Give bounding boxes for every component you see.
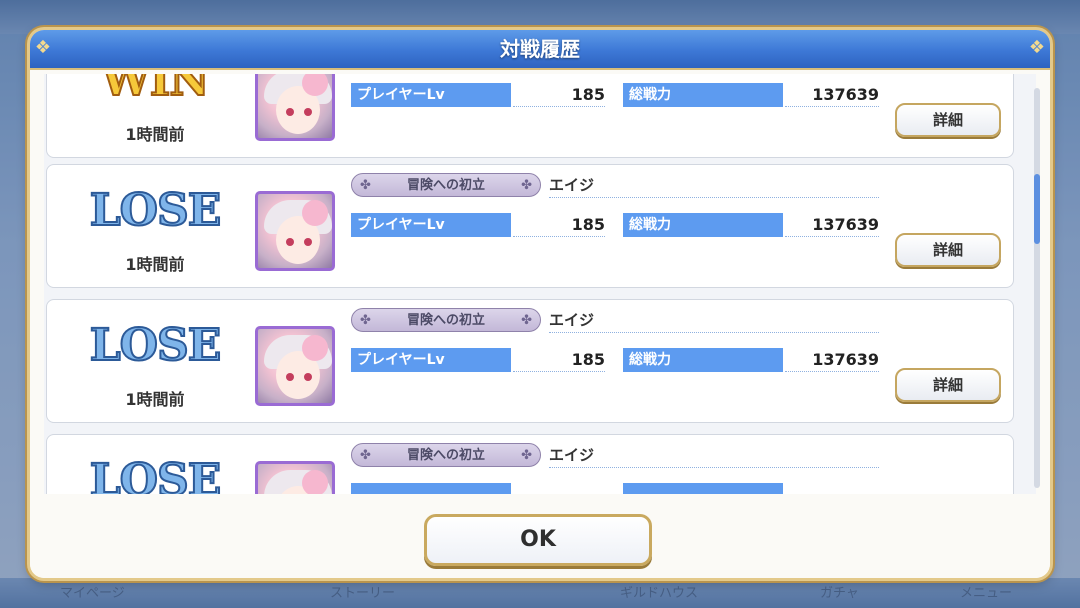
clan-badge: ✤ 冒険への初立 ✤ (351, 173, 541, 197)
list-scrollbar[interactable] (1034, 88, 1040, 488)
ornament-icon: ❖ (1028, 37, 1046, 58)
opponent-avatar (255, 74, 335, 141)
player-lv-value: 185 (513, 83, 605, 107)
match-time: 1時間前 (125, 125, 185, 144)
player-lv-label: プレイヤーLv (351, 348, 511, 372)
opponent-avatar (255, 461, 335, 494)
total-power-label (623, 483, 783, 494)
dialog-title: 対戦履歴 (500, 37, 580, 61)
match-time: 1時間前 (125, 255, 185, 274)
total-power-label: 総戦力 (623, 348, 783, 372)
clover-icon: ✤ (521, 313, 532, 328)
match-history-list[interactable]: WIN 1時間前 プレイヤーLv 185 総戦力 137639 詳細 LOSE … (44, 74, 1036, 494)
total-power-value: 137639 (785, 348, 879, 372)
match-result: LOSE (89, 454, 223, 494)
match-result: LOSE (89, 319, 223, 372)
clan-badge: ✤ 冒険への初立 ✤ (351, 443, 541, 467)
battle-history-dialog: ❖ 対戦履歴 ❖ WIN 1時間前 プレイヤーLv 185 総戦力 137639… (30, 30, 1050, 578)
clover-icon: ✤ (360, 313, 371, 328)
match-card: LOSE 1時間前 ✤ 冒険への初立 ✤ エイジ プレイヤーLv 185 総戦力… (46, 299, 1014, 423)
opponent-avatar (255, 326, 335, 406)
clover-icon: ✤ (360, 178, 371, 193)
scrollbar-thumb[interactable] (1034, 174, 1040, 244)
match-result: WIN (100, 74, 210, 107)
player-lv-value: 185 (513, 348, 605, 372)
detail-button[interactable]: 詳細 (895, 368, 1001, 402)
clover-icon: ✤ (360, 448, 371, 463)
dialog-title-bar: ❖ 対戦履歴 ❖ (30, 30, 1050, 70)
ok-button[interactable]: OK (424, 514, 652, 566)
total-power-value: 137639 (785, 213, 879, 237)
player-name: エイジ (549, 308, 879, 333)
match-card: LOSE ✤ 冒険への初立 ✤ エイジ (46, 434, 1014, 494)
match-time: 1時間前 (125, 390, 185, 409)
clan-badge: ✤ 冒険への初立 ✤ (351, 308, 541, 332)
player-lv-label: プレイヤーLv (351, 83, 511, 107)
total-power-value: 137639 (785, 83, 879, 107)
opponent-avatar (255, 191, 335, 271)
match-result: LOSE (89, 184, 223, 237)
clover-icon: ✤ (521, 448, 532, 463)
clan-name: 冒険への初立 (406, 178, 485, 193)
detail-button[interactable]: 詳細 (895, 233, 1001, 267)
total-power-label: 総戦力 (623, 213, 783, 237)
clan-name: 冒険への初立 (406, 313, 485, 328)
match-card: LOSE 1時間前 ✤ 冒険への初立 ✤ エイジ プレイヤーLv 185 総戦力… (46, 164, 1014, 288)
detail-button[interactable]: 詳細 (895, 103, 1001, 137)
total-power-label: 総戦力 (623, 83, 783, 107)
player-lv-value: 185 (513, 213, 605, 237)
match-card: WIN 1時間前 プレイヤーLv 185 総戦力 137639 詳細 (46, 74, 1014, 158)
clan-name: 冒険への初立 (406, 448, 485, 463)
player-lv-label (351, 483, 511, 494)
player-name: エイジ (549, 173, 879, 198)
player-lv-label: プレイヤーLv (351, 213, 511, 237)
player-name: エイジ (549, 443, 879, 468)
clover-icon: ✤ (521, 178, 532, 193)
